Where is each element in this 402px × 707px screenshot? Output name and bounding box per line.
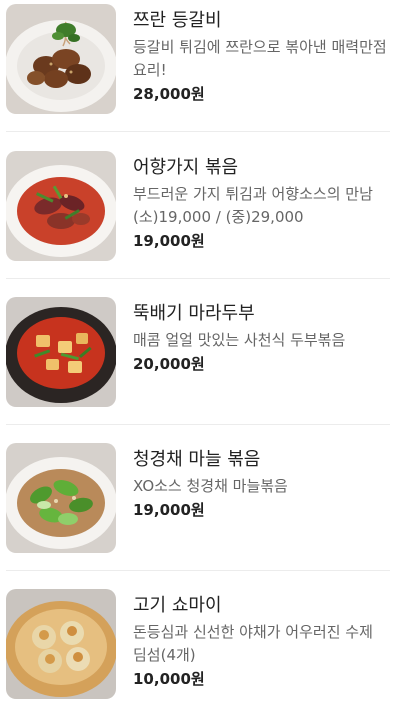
- item-divider: [6, 131, 390, 132]
- item-divider: [6, 424, 390, 425]
- menu-list: 쯔란 등갈비 등갈비 튀김에 쯔란으로 볶아낸 매력만점 요리! 28,000원: [0, 0, 402, 707]
- menu-item-price: 20,000원: [133, 355, 205, 373]
- menu-item-tofu[interactable]: 뚝배기 마라두부 매콤 얼얼 맛있는 사천식 두부볶음 20,000원: [0, 297, 402, 409]
- menu-item-info: 어향가지 볶음 부드러운 가지 튀김과 어향소스의 만남 (소)19,000 /…: [133, 151, 395, 252]
- shumai-steamer-photo: [6, 589, 116, 699]
- menu-item-bokchoy[interactable]: 청경채 마늘 볶음 XO소스 청경채 마늘볶음 19,000원: [0, 443, 402, 555]
- bokchoy-garlic-photo: [6, 443, 116, 553]
- menu-item-price: 10,000원: [133, 670, 205, 688]
- menu-item-name: 쯔란 등갈비: [133, 10, 222, 31]
- item-divider: [6, 570, 390, 571]
- menu-item-name: 어향가지 볶음: [133, 157, 239, 178]
- mala-tofu-pot-photo: [6, 297, 116, 407]
- fried-ribs-dish-photo: [6, 4, 116, 114]
- eggplant-stirfry-photo: [6, 151, 116, 261]
- menu-item-price: 19,000원: [133, 501, 205, 519]
- menu-item-description: XO소스 청경채 마늘볶음: [133, 477, 288, 495]
- menu-item-name: 뚝배기 마라두부: [133, 303, 255, 324]
- menu-item-info: 쯔란 등갈비 등갈비 튀김에 쯔란으로 볶아낸 매력만점 요리! 28,000원: [133, 4, 395, 105]
- menu-item-ribs[interactable]: 쯔란 등갈비 등갈비 튀김에 쯔란으로 볶아낸 매력만점 요리! 28,000원: [0, 4, 402, 116]
- menu-item-name: 고기 쇼마이: [133, 595, 222, 616]
- menu-item-shumai[interactable]: 고기 쇼마이 돈등심과 신선한 야채가 어우러진 수제 딤섬(4개) 10,00…: [0, 589, 402, 701]
- menu-item-info: 청경채 마늘 볶음 XO소스 청경채 마늘볶음 19,000원: [133, 443, 395, 521]
- menu-item-price: 19,000원: [133, 232, 205, 250]
- menu-item-price: 28,000원: [133, 85, 205, 103]
- menu-item-description: 돈등심과 신선한 야채가 어우러진 수제 딤섬(4개): [133, 623, 373, 664]
- menu-item-description: 부드러운 가지 튀김과 어향소스의 만남 (소)19,000 / (중)29,0…: [133, 185, 373, 226]
- menu-item-description: 매콤 얼얼 맛있는 사천식 두부볶음: [133, 331, 346, 349]
- menu-item-description: 등갈비 튀김에 쯔란으로 볶아낸 매력만점 요리!: [133, 38, 387, 79]
- menu-item-name: 청경채 마늘 볶음: [133, 449, 261, 470]
- item-divider: [6, 278, 390, 279]
- menu-item-info: 고기 쇼마이 돈등심과 신선한 야채가 어우러진 수제 딤섬(4개) 10,00…: [133, 589, 395, 690]
- menu-item-info: 뚝배기 마라두부 매콤 얼얼 맛있는 사천식 두부볶음 20,000원: [133, 297, 395, 375]
- menu-item-eggplant[interactable]: 어향가지 볶음 부드러운 가지 튀김과 어향소스의 만남 (소)19,000 /…: [0, 151, 402, 263]
